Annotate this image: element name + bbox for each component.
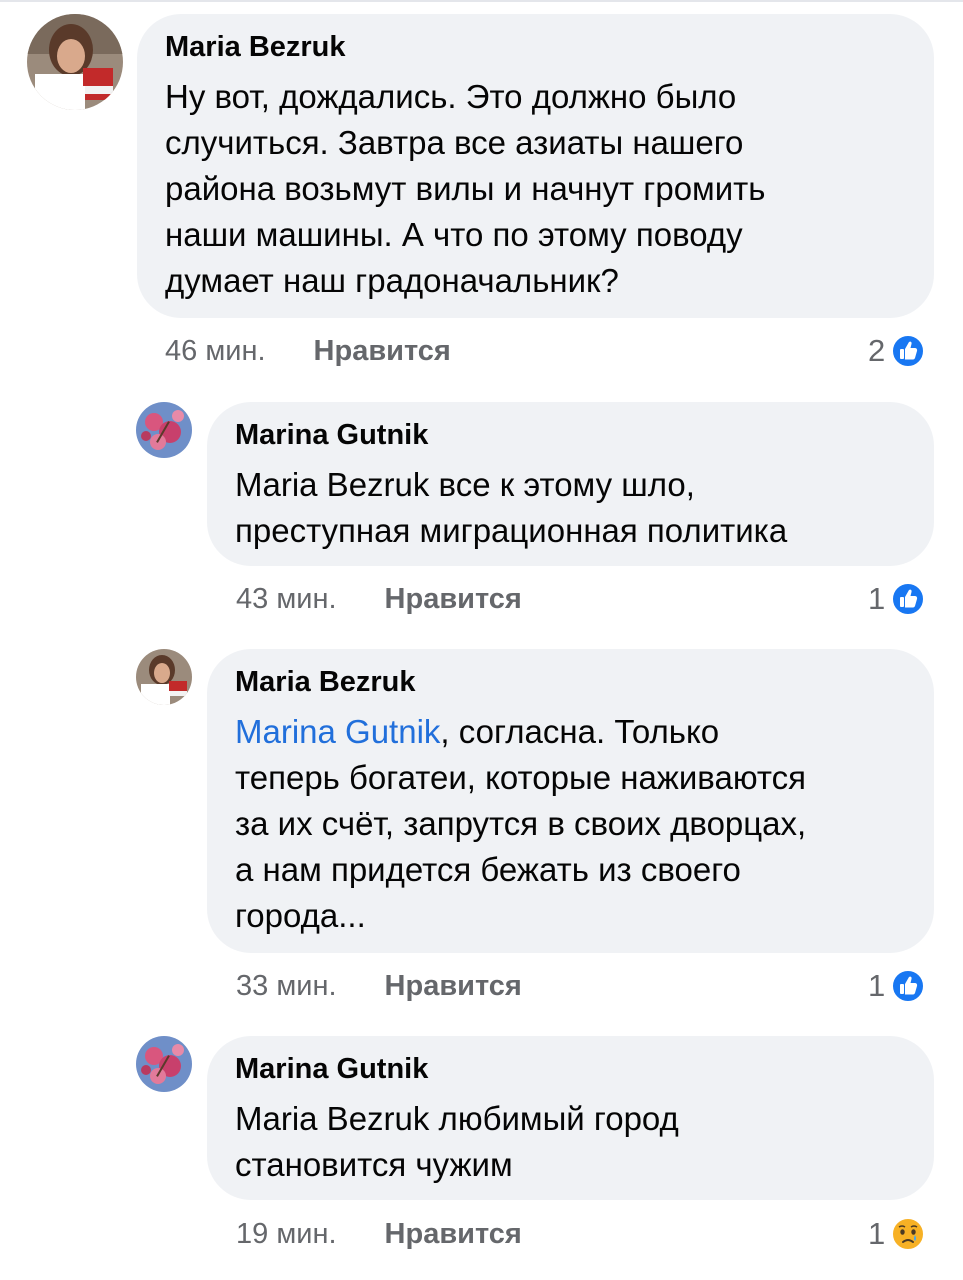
- like-icon: [891, 334, 926, 368]
- like-button[interactable]: Нравится: [385, 970, 522, 1003]
- reaction-summary[interactable]: 1: [868, 579, 926, 619]
- comment-author[interactable]: Marina Gutnik: [235, 418, 906, 452]
- reaction-summary[interactable]: 2: [868, 331, 926, 371]
- reaction-count: 1: [868, 581, 886, 616]
- top-divider: [0, 0, 963, 2]
- avatar[interactable]: [136, 402, 192, 458]
- comment-time[interactable]: 46 мин.: [165, 335, 266, 368]
- comment-text: Marina Gutnik, согласна. Только теперь б…: [235, 709, 906, 939]
- avatar[interactable]: [136, 1036, 192, 1092]
- like-icon: [891, 969, 926, 1003]
- comment-meta: 46 мин. Нравится: [165, 331, 451, 371]
- comment-bubble[interactable]: Marina Gutnik Maria Bezruk все к этому ш…: [207, 402, 934, 566]
- comment-meta: 19 мин. Нравится: [236, 1214, 522, 1254]
- comment-time[interactable]: 43 мин.: [236, 583, 337, 616]
- comment-bubble[interactable]: Maria Bezruk Ну вот, дождались. Это долж…: [137, 14, 934, 318]
- comment-time[interactable]: 33 мин.: [236, 970, 337, 1003]
- like-icon: [891, 582, 926, 616]
- reaction-count: 1: [868, 968, 886, 1003]
- avatar-flowers-icon: [136, 1036, 192, 1092]
- like-button[interactable]: Нравится: [385, 1218, 522, 1251]
- comment-text: Ну вот, дождались. Это должно было случи…: [165, 78, 766, 299]
- reaction-summary[interactable]: 1: [868, 1214, 926, 1254]
- comment-time[interactable]: 19 мин.: [236, 1218, 337, 1251]
- avatar-flowers-icon: [136, 402, 192, 458]
- avatar[interactable]: [27, 14, 123, 110]
- comment-text: Maria Bezruk любимый город становится чу…: [235, 1100, 679, 1183]
- comment-text: Maria Bezruk все к этому шло, преступная…: [235, 466, 788, 549]
- like-button[interactable]: Нравится: [385, 583, 522, 616]
- avatar-photo-icon: [136, 649, 192, 705]
- reaction-count: 1: [868, 1216, 886, 1251]
- comment-meta: 33 мин. Нравится: [236, 966, 522, 1006]
- comment-meta: 43 мин. Нравится: [236, 579, 522, 619]
- reaction-count: 2: [868, 333, 886, 368]
- avatar[interactable]: [136, 649, 192, 705]
- reaction-summary[interactable]: 1: [868, 966, 926, 1006]
- comment-author[interactable]: Maria Bezruk: [235, 665, 906, 699]
- comment-author[interactable]: Maria Bezruk: [165, 30, 906, 64]
- mention-link[interactable]: Marina Gutnik: [235, 713, 440, 750]
- like-button[interactable]: Нравится: [314, 335, 451, 368]
- sad-icon: [891, 1217, 926, 1251]
- comment-bubble[interactable]: Maria Bezruk Marina Gutnik, согласна. То…: [207, 649, 934, 953]
- comment-author[interactable]: Marina Gutnik: [235, 1052, 906, 1086]
- comment-bubble[interactable]: Marina Gutnik Maria Bezruk любимый город…: [207, 1036, 934, 1200]
- avatar-photo-icon: [27, 14, 123, 110]
